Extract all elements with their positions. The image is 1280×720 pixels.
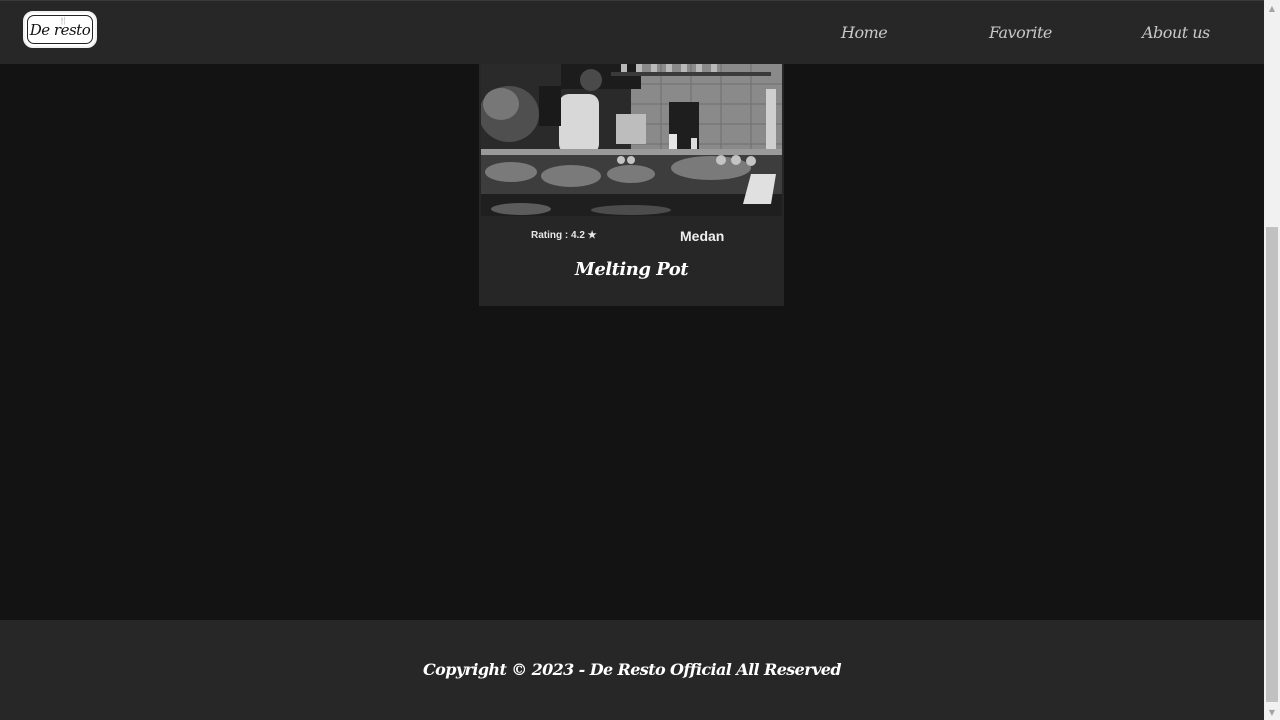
cutlery-icon: 🍴 <box>59 17 68 25</box>
restaurant-kitchen-photo <box>481 64 782 216</box>
restaurant-name[interactable]: Melting Pot <box>479 259 784 280</box>
site-header: 🍴 De resto Home Favorite About us <box>0 0 1264 64</box>
city-text: Medan <box>680 228 725 244</box>
restaurant-image <box>481 64 782 216</box>
card-meta: Rating : 4.2 ★ Medan <box>479 228 784 246</box>
restaurant-card[interactable]: Rating : 4.2 ★ Medan Melting Pot <box>479 64 784 306</box>
copyright-text: Copyright © 2023 - De Resto Official All… <box>423 660 842 679</box>
rating-text: Rating : 4.2 ★ <box>531 230 597 241</box>
nav-link-home[interactable]: Home <box>841 23 888 42</box>
nav-link-favorite[interactable]: Favorite <box>989 23 1052 42</box>
page: 🍴 De resto Home Favorite About us Rating… <box>0 0 1264 720</box>
nav-link-about-us[interactable]: About us <box>1142 23 1210 42</box>
logo-badge: 🍴 De resto <box>27 15 93 44</box>
site-footer: Copyright © 2023 - De Resto Official All… <box>0 620 1264 720</box>
scroll-up-icon[interactable]: ▲ <box>1264 0 1280 16</box>
scrollbar-thumb[interactable] <box>1266 227 1278 702</box>
site-logo[interactable]: 🍴 De resto <box>23 11 97 48</box>
scroll-down-icon[interactable]: ▼ <box>1264 704 1280 720</box>
vertical-scrollbar[interactable]: ▲ ▼ <box>1264 0 1280 720</box>
